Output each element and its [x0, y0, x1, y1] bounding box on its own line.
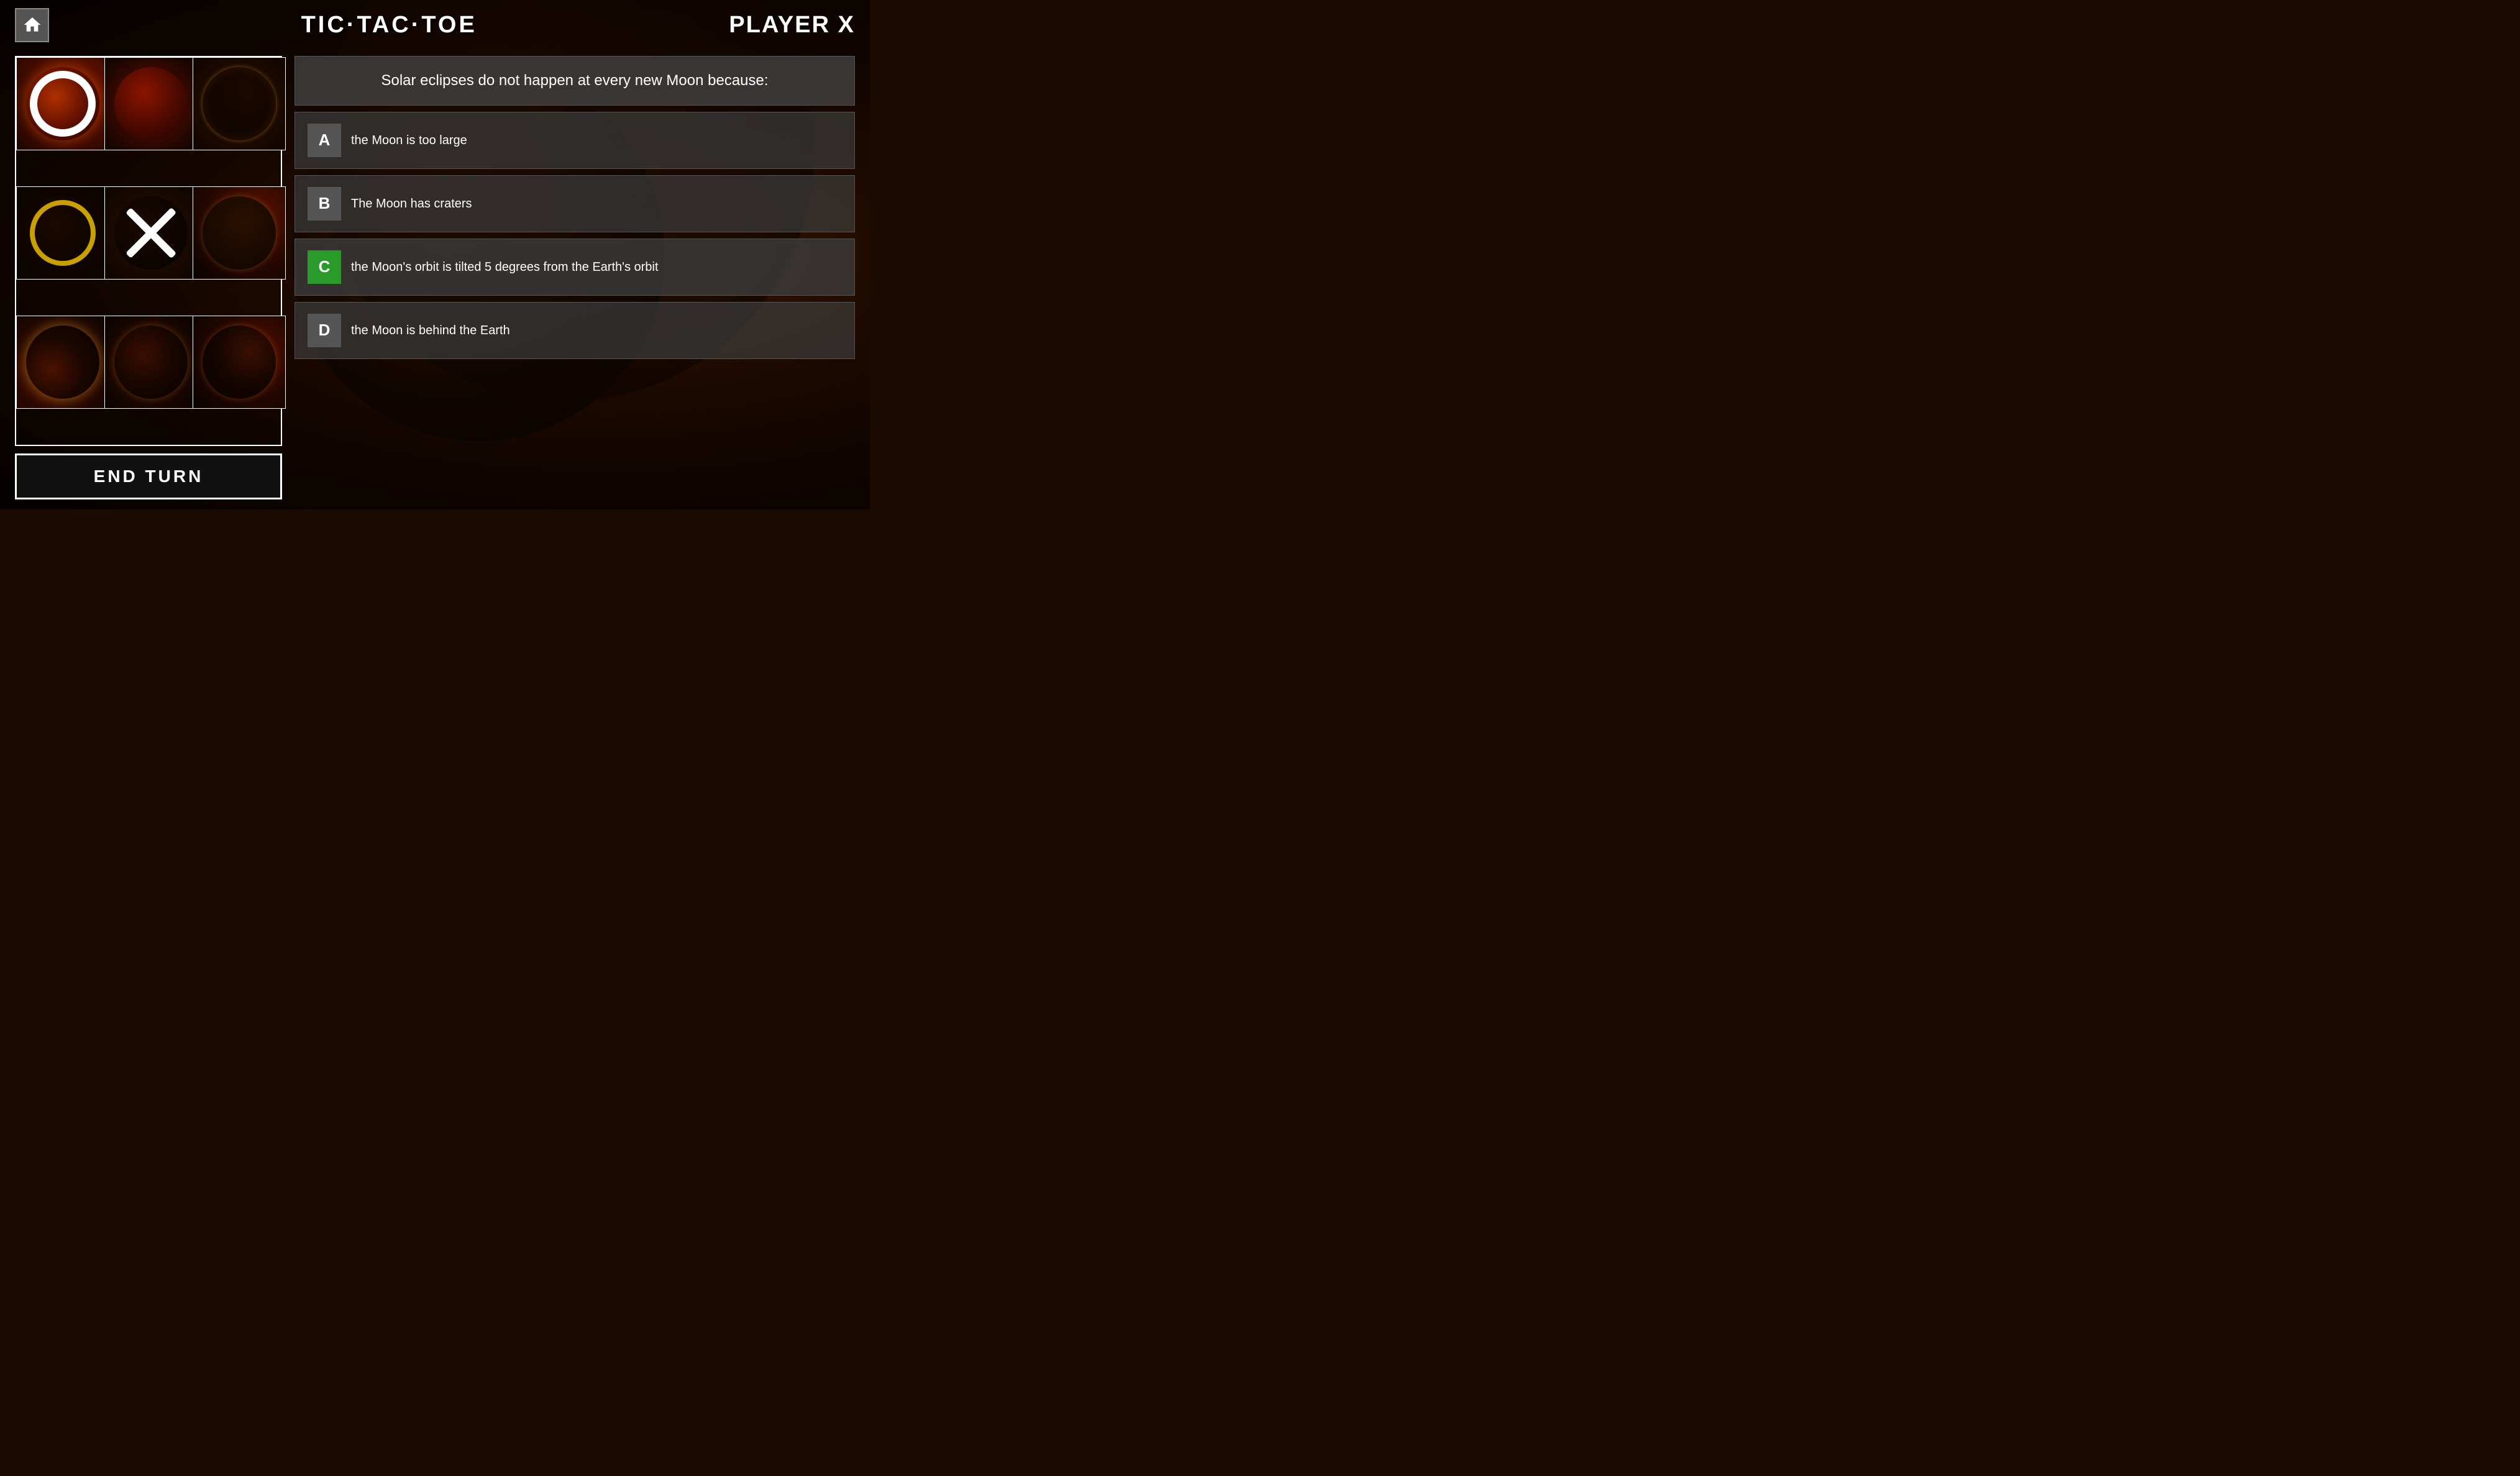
marker-o-1 — [30, 71, 96, 137]
answer-text-a: the Moon is too large — [351, 132, 842, 149]
cell-bg-2 — [105, 58, 197, 150]
board-cell-2[interactable] — [104, 57, 198, 150]
cell-bg-9 — [193, 316, 285, 408]
board-cell-8[interactable] — [104, 316, 198, 409]
board-cell-4[interactable] — [16, 186, 109, 280]
game-title: TIC·TAC·TOE — [301, 12, 477, 39]
answer-letter-c: C — [308, 250, 341, 284]
tic-tac-toe-board — [15, 56, 282, 446]
home-button[interactable] — [15, 8, 49, 42]
answer-option-a[interactable]: A the Moon is too large — [294, 112, 855, 169]
player-indicator: PLAYER X — [729, 12, 855, 39]
question-text: Solar eclipses do not happen at every ne… — [381, 72, 768, 89]
answer-letter-d: D — [308, 314, 341, 347]
cell-bg-7 — [17, 316, 109, 408]
board-cell-7[interactable] — [16, 316, 109, 409]
eclipse-planet-3 — [203, 67, 276, 140]
left-panel: END TURN — [15, 56, 282, 499]
answer-option-d[interactable]: D the Moon is behind the Earth — [294, 302, 855, 359]
main-content: END TURN Solar eclipses do not happen at… — [0, 50, 870, 509]
end-turn-button[interactable]: END TURN — [15, 453, 282, 499]
answer-text-b: The Moon has craters — [351, 195, 842, 212]
eclipse-planet-2 — [114, 67, 188, 140]
eclipse-planet-8 — [114, 326, 188, 399]
eclipse-planet-9 — [203, 326, 276, 399]
header: TIC·TAC·TOE PLAYER X — [0, 0, 870, 50]
answer-option-c[interactable]: C the Moon's orbit is tilted 5 degrees f… — [294, 239, 855, 296]
marker-o-gold-4 — [30, 200, 96, 266]
marker-x-5 — [119, 201, 183, 265]
answer-letter-b: B — [308, 187, 341, 221]
cell-bg-6 — [193, 187, 285, 279]
right-panel: Solar eclipses do not happen at every ne… — [294, 56, 855, 499]
answer-letter-a: A — [308, 124, 341, 157]
eclipse-planet-6 — [203, 196, 276, 270]
answer-option-b[interactable]: B The Moon has craters — [294, 175, 855, 232]
answer-text-c: the Moon's orbit is tilted 5 degrees fro… — [351, 258, 842, 276]
board-cell-3[interactable] — [193, 57, 286, 150]
cell-bg-8 — [105, 316, 197, 408]
cell-bg-3 — [193, 58, 285, 150]
home-icon — [22, 15, 42, 35]
board-cell-6[interactable] — [193, 186, 286, 280]
question-box: Solar eclipses do not happen at every ne… — [294, 56, 855, 106]
board-cell-1[interactable] — [16, 57, 109, 150]
eclipse-planet-7 — [26, 326, 99, 399]
board-cell-9[interactable] — [193, 316, 286, 409]
board-cell-5[interactable] — [104, 186, 198, 280]
answer-text-d: the Moon is behind the Earth — [351, 322, 842, 339]
